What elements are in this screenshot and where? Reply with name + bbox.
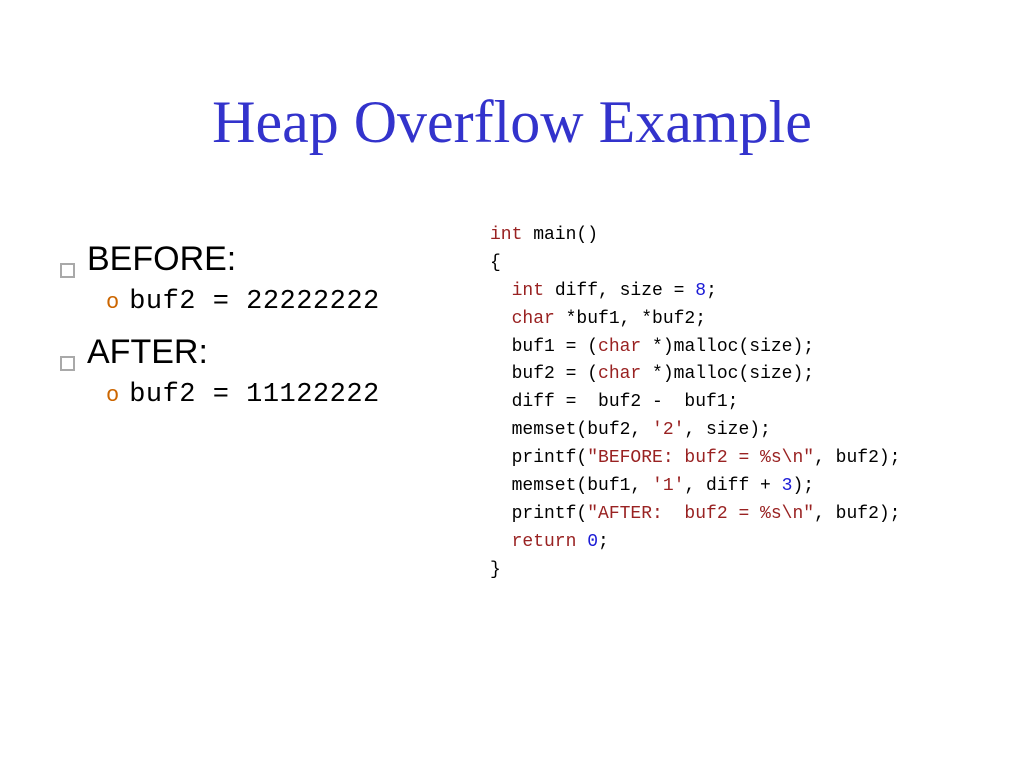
bullet-list: BEFORE: o buf2 = 22222222 AFTER: o buf2 … [60,240,470,426]
code-token: } [490,560,501,580]
code-token: , size); [684,420,770,440]
code-token: *buf1, *buf2; [555,309,706,329]
code-token: 8 [695,281,706,301]
code-token: main() [522,225,598,245]
bullet-before: BEFORE: [60,240,470,279]
code-token: *)malloc(size); [641,337,814,357]
code-token: *)malloc(size); [641,364,814,384]
code-token: buf2 = ( [490,364,598,384]
code-token: "AFTER: buf2 = %s\n" [587,504,814,524]
code-token: 3 [782,476,793,496]
code-token: diff, size = [544,281,695,301]
code-token: '1' [652,476,684,496]
bullet-label: AFTER: [87,333,208,372]
slide: Heap Overflow Example BEFORE: o buf2 = 2… [0,0,1024,768]
code-block: int main() { int diff, size = 8; char *b… [490,222,900,585]
code-token: ; [598,532,609,552]
bullet-after: AFTER: [60,333,470,372]
code-token: int [490,225,522,245]
code-token: , buf2); [814,448,900,468]
square-bullet-icon [60,356,75,371]
circle-bullet-icon: o [106,383,119,408]
code-token: return [490,532,587,552]
code-token: char [598,337,641,357]
sub-text: buf2 = 11122222 [129,380,380,410]
code-token: 0 [587,532,598,552]
bullet-label: BEFORE: [87,240,236,279]
code-token: buf1 = ( [490,337,598,357]
code-token: , buf2); [814,504,900,524]
code-token: int [490,281,544,301]
code-token: printf( [490,504,587,524]
code-token: "BEFORE: buf2 = %s\n" [587,448,814,468]
code-token: diff = buf2 - buf1; [490,392,738,412]
code-token: ; [706,281,717,301]
code-token: , diff + [684,476,781,496]
sub-bullet-before: o buf2 = 22222222 [106,287,470,317]
circle-bullet-icon: o [106,290,119,315]
code-token: char [490,309,555,329]
code-token: '2' [652,420,684,440]
slide-title: Heap Overflow Example [0,88,1024,157]
code-token: char [598,364,641,384]
code-token: printf( [490,448,587,468]
sub-bullet-after: o buf2 = 11122222 [106,380,470,410]
code-token: { [490,253,501,273]
square-bullet-icon [60,263,75,278]
code-token: ); [792,476,814,496]
sub-text: buf2 = 22222222 [129,287,380,317]
code-token: memset(buf1, [490,476,652,496]
code-token: memset(buf2, [490,420,652,440]
